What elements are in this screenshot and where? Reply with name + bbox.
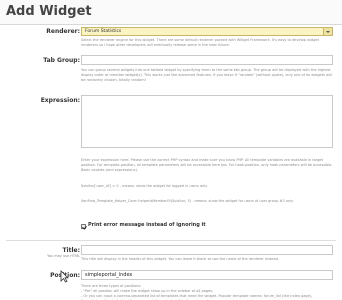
position-input-value: simpleportal_index xyxy=(85,272,133,278)
expression-help: Enter your expression here. Please use t… xyxy=(81,158,333,172)
expression-label: Expression: xyxy=(40,97,80,104)
position-input[interactable]: simpleportal_index xyxy=(81,270,333,280)
expression-example-1: $visitor['user_id'] > 0 - means: show th… xyxy=(81,184,208,188)
title-input[interactable] xyxy=(81,245,333,255)
chevron-down-icon[interactable] xyxy=(323,28,332,35)
renderer-label: Renderer: xyxy=(46,28,80,35)
expression-textarea[interactable] xyxy=(81,95,333,148)
title-label: Title: xyxy=(62,247,80,254)
print-error-label[interactable]: Print error message instead of ignoring … xyxy=(88,222,206,228)
page-header: Add Widget xyxy=(0,0,342,25)
title-help: This title will display in the header of… xyxy=(81,257,279,261)
tab-group-label: Tab Group: xyxy=(43,57,80,64)
position-help-2: - Or you can input a comma-separated lis… xyxy=(81,294,313,300)
page-title: Add Widget xyxy=(6,4,92,19)
section-divider xyxy=(6,240,336,241)
expression-example-2: XenForo_Template_Helper_Core::helperIsMe… xyxy=(81,199,294,203)
renderer-selected-value: Forum Statistics xyxy=(85,29,122,34)
tab-group-input[interactable] xyxy=(81,55,333,65)
position-label: Position: xyxy=(14,272,80,279)
tab-group-help: You can group several widgets into one t… xyxy=(81,68,332,82)
renderer-help: Select the renderer engine for this widg… xyxy=(81,38,319,47)
mouse-cursor-icon xyxy=(60,270,69,283)
renderer-select[interactable]: Forum Statistics xyxy=(81,27,333,36)
print-error-checkbox[interactable] xyxy=(81,224,86,229)
title-sublabel: You may use HTML xyxy=(47,254,80,258)
